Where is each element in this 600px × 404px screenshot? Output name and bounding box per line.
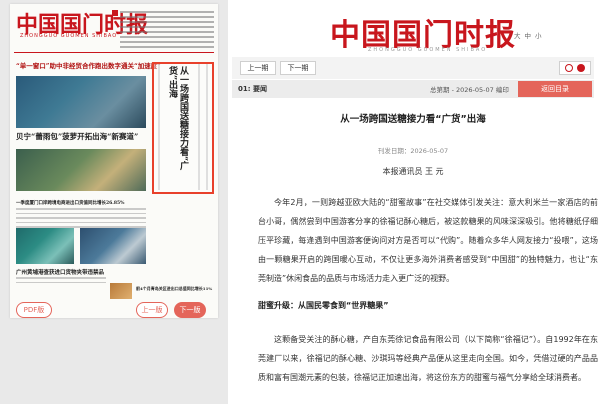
article-title: 从一场跨国送糖接力看“广货”出海 — [340, 114, 486, 125]
epaper-panel: 中国国门时报 ZHONGGUO GUOMEN SHIBAO “单一窗口”助中非经… — [0, 0, 228, 404]
font-size-small[interactable]: 小 — [535, 32, 542, 40]
paper-photo — [16, 149, 146, 191]
section-bar: 01: 要闻 总第期 - 2026-05-07 编印 返回目录 — [232, 80, 594, 98]
issue-info: 总第期 - 2026-05-07 编印 — [430, 86, 509, 94]
article-author: 本报通讯员 王 元 — [382, 167, 444, 176]
paper-rule — [14, 52, 214, 53]
epaper-page-image[interactable]: 中国国门时报 ZHONGGUO GUOMEN SHIBAO “单一窗口”助中非经… — [10, 4, 218, 318]
paper-photo — [110, 283, 132, 299]
paper-masthead-pinyin: ZHONGGUO GUOMEN SHIBAO — [20, 33, 118, 39]
back-to-toc-button[interactable]: 返回目录 — [518, 81, 592, 97]
view-toggle-b-icon[interactable] — [577, 64, 585, 72]
pdf-button[interactable]: PDF版 — [16, 302, 52, 318]
prev-issue-button[interactable]: 上一期 — [240, 61, 276, 75]
paper-headline[interactable]: 贝宁“蕾雨包”菠萝开拓出海“新赛道” — [16, 131, 138, 142]
issue-nav-bar: 上一期 下一期 — [232, 57, 594, 79]
article-paragraph: 这颗备受关注的酥心糖，产自东莞徐记食品有限公司（以下简称“徐福记”）。自1992… — [258, 335, 598, 382]
site-logo-pinyin: ZHONGGUO GUOMEN SHIBAO — [368, 47, 488, 53]
font-size-switcher: 大中小 — [510, 30, 542, 40]
section-label: 01: 要闻 — [238, 85, 267, 93]
paper-body-text — [16, 277, 106, 286]
prev-page-button[interactable]: 上一版 — [136, 302, 168, 318]
next-issue-button[interactable]: 下一期 — [280, 61, 316, 75]
font-size-large[interactable]: 大 — [514, 32, 521, 40]
paper-photo — [80, 228, 146, 264]
paper-photo — [16, 76, 146, 128]
article-subhead: 甜蜜升级：从国民零食到“世界糖果” — [258, 301, 389, 310]
paper-headline[interactable]: “单一窗口”助中非经贸合作跑出数字通关“加速度” — [16, 60, 161, 70]
view-toggle-a-icon[interactable] — [565, 64, 573, 72]
paper-top-news — [112, 8, 214, 52]
font-size-medium[interactable]: 中 — [525, 32, 532, 40]
article-date: 刊发日期：2026-05-07 — [377, 147, 449, 155]
paper-photo — [16, 228, 74, 264]
paper-headline[interactable]: 前4个月青岛关区进出口总值同比增长11% — [136, 286, 212, 292]
article-paragraph: 今年2月，一则跨越亚欧大陆的“甜蜜故事”在社交媒体引发关注：意大利米兰一家酒店的… — [258, 198, 598, 283]
view-toggle[interactable] — [559, 61, 591, 75]
paper-headline[interactable]: 一季度厦门口岸跨境电商进出口货值同比增长26.85% — [16, 200, 124, 206]
lead-story-vertical-title: 从一场跨国送糖接力看“广货”出海 — [167, 66, 188, 171]
next-page-button[interactable]: 下一版 — [174, 302, 206, 318]
top-news-icon — [112, 10, 118, 16]
paper-headline[interactable]: 广州黄埔港查获进口货物夹带违禁品 — [16, 268, 104, 276]
